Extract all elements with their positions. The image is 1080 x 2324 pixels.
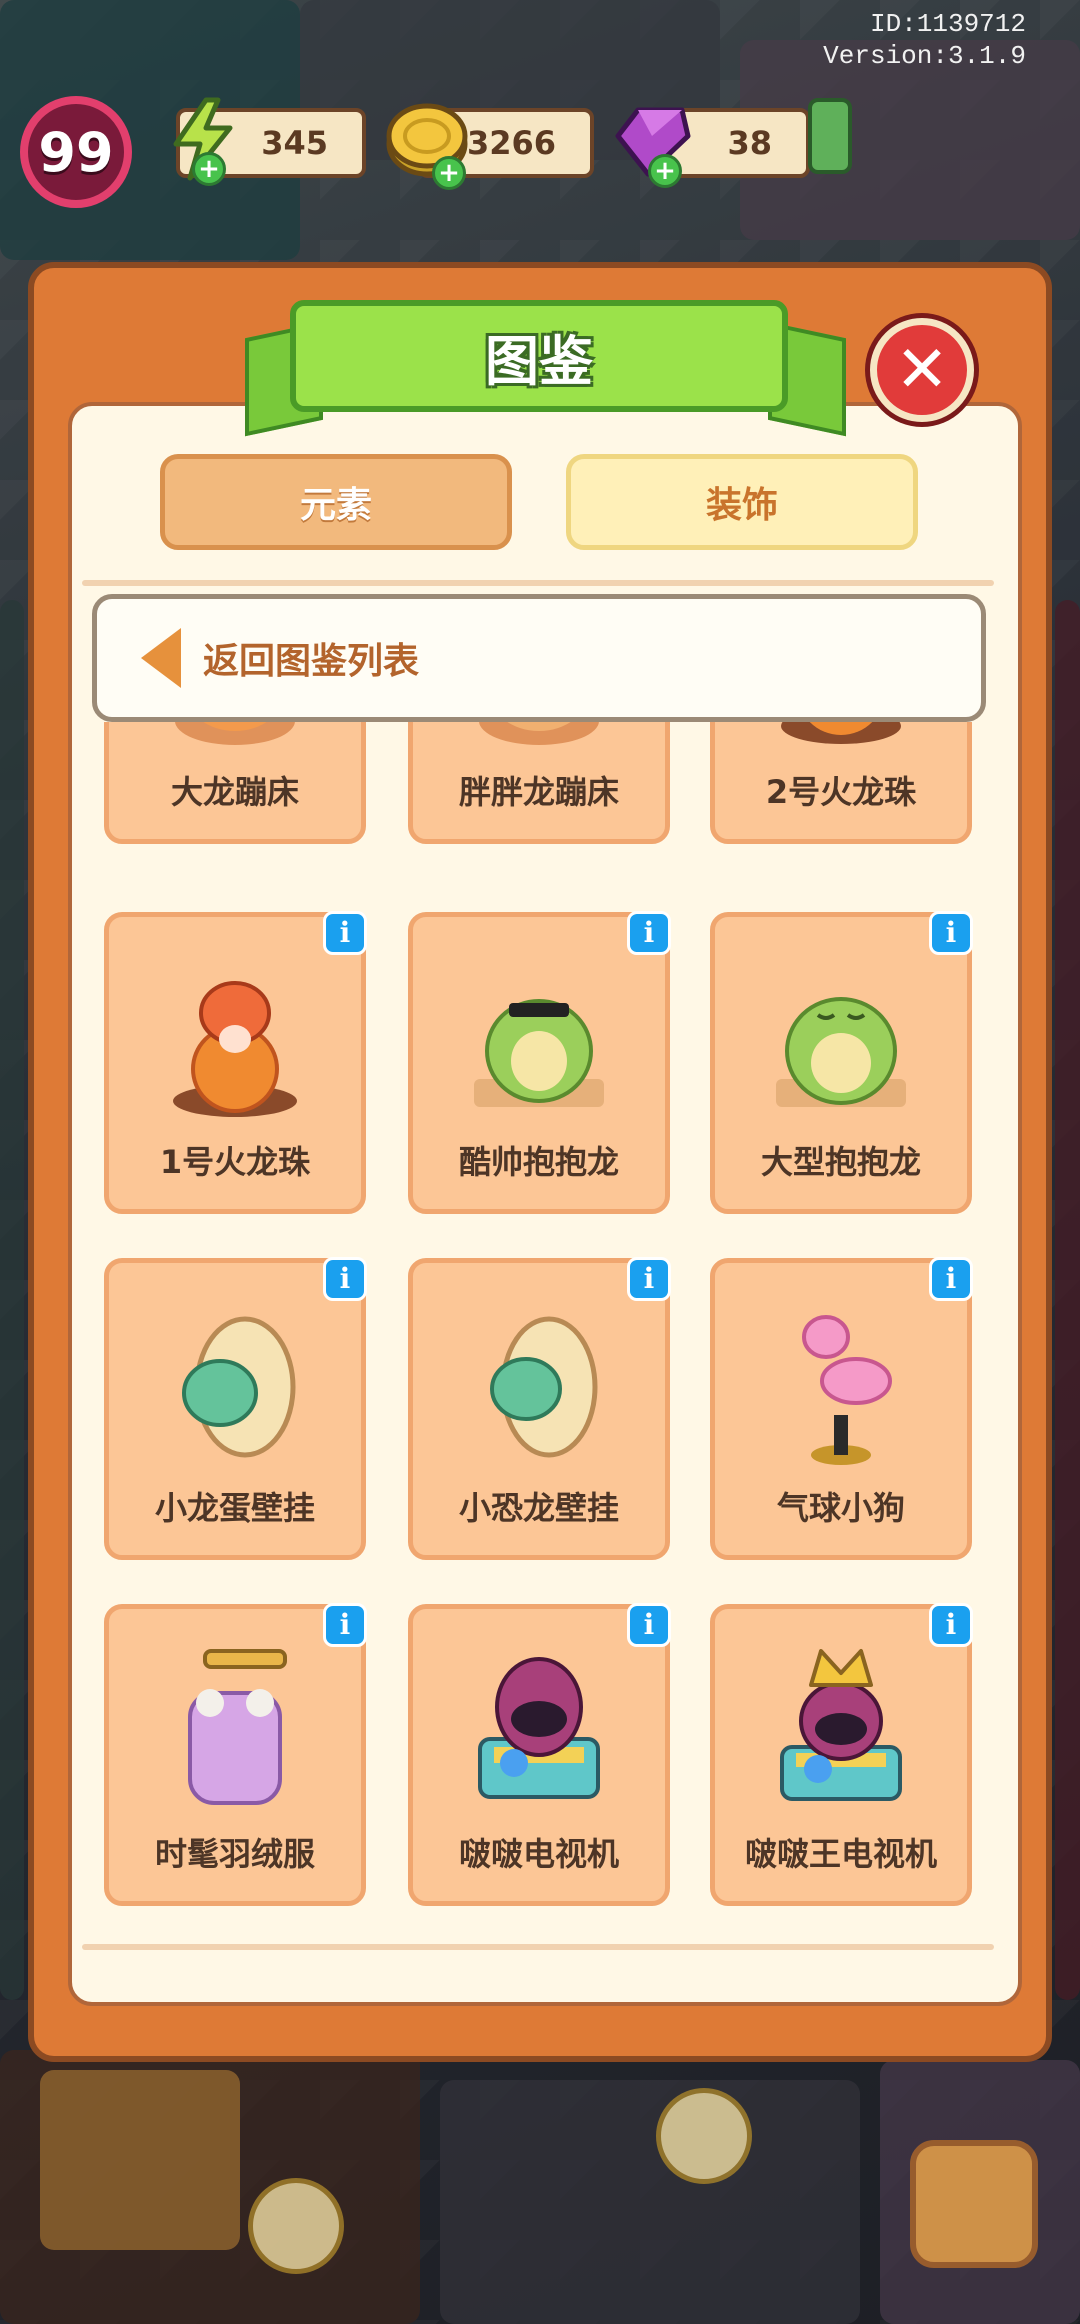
item-card[interactable]: i 时髦羽绒服 (104, 1603, 367, 1906)
info-icon[interactable]: i (929, 911, 973, 955)
dragon-egg-wall-icon (182, 1316, 296, 1458)
build-info: ID:1139712 Version:3.1.9 (823, 8, 1026, 72)
tab-decorations[interactable]: 装饰 (566, 454, 918, 550)
item-name: 啵啵电视机 (458, 1835, 619, 1873)
item-card[interactable]: i 1号火龙珠 (104, 911, 367, 1214)
item-name: 小龙蛋壁挂 (154, 1489, 315, 1527)
bobo-tv-icon (478, 1657, 600, 1799)
grid-bottom-divider (82, 1944, 994, 1950)
item-name: 气球小狗 (776, 1489, 905, 1527)
item-card[interactable]: 2号火龙珠 (710, 722, 972, 844)
bobo-king-tv-icon (780, 1649, 902, 1801)
close-icon: ✕ (895, 333, 949, 407)
item-name: 大型抱抱龙 (760, 1143, 921, 1181)
add-gems-button[interactable]: + (648, 154, 682, 188)
item-name: 1号火龙珠 (159, 1143, 311, 1181)
info-icon[interactable]: i (323, 1257, 367, 1301)
balloon-dog-icon (802, 1315, 892, 1465)
item-card[interactable]: i 小龙蛋壁挂 (104, 1257, 367, 1560)
chat-button[interactable] (910, 2140, 1038, 2268)
hint-bubble-icon[interactable] (248, 2178, 344, 2274)
back-arrow-icon (141, 628, 181, 688)
hint-bubble-icon[interactable] (656, 2088, 752, 2184)
item-card[interactable]: i 大型抱抱龙 (710, 911, 973, 1214)
version-label: Version:3.1.9 (823, 41, 1026, 71)
item-card[interactable]: i 酷帅抱抱龙 (408, 911, 671, 1214)
fire-dragon-orb-icon (173, 981, 297, 1117)
tab-elements[interactable]: 元素 (160, 454, 512, 550)
item-card[interactable]: i 气球小狗 (710, 1257, 973, 1560)
info-icon[interactable]: i (929, 1257, 973, 1301)
energy-value: 345 (261, 124, 328, 162)
trampoline-dragon-icon (479, 722, 599, 745)
item-name: 胖胖龙蹦床 (458, 773, 619, 811)
item-name: 啵啵王电视机 (744, 1835, 937, 1873)
info-icon[interactable]: i (929, 1603, 973, 1647)
info-icon[interactable]: i (627, 911, 671, 955)
info-icon[interactable]: i (627, 1257, 671, 1301)
item-card[interactable]: 大龙蹦床 (104, 722, 366, 844)
trampoline-dragon-icon (175, 722, 295, 745)
item-card[interactable]: i 啵啵电视机 (408, 1603, 671, 1906)
big-hug-dragon-icon (776, 997, 906, 1107)
down-jacket-icon (188, 1649, 287, 1805)
item-name: 2号火龙珠 (765, 773, 917, 811)
level-badge[interactable]: 99 (20, 96, 132, 208)
item-name: 大龙蹦床 (170, 773, 299, 811)
item-name: 时髦羽绒服 (154, 1835, 315, 1873)
info-icon[interactable]: i (323, 911, 367, 955)
info-icon[interactable]: i (627, 1603, 671, 1647)
item-name: 酷帅抱抱龙 (458, 1143, 619, 1181)
cool-hug-dragon-icon (474, 999, 604, 1107)
add-energy-button[interactable]: + (192, 152, 226, 186)
tab-divider (82, 580, 994, 586)
item-card[interactable]: i 小恐龙壁挂 (408, 1257, 671, 1560)
add-coins-button[interactable]: + (432, 156, 466, 190)
item-card[interactable]: i 啵啵王电视机 (710, 1603, 973, 1906)
close-button[interactable]: ✕ (870, 318, 974, 422)
battery-icon (808, 98, 852, 174)
fire-dragon-orb-icon (781, 722, 901, 744)
item-card[interactable]: 胖胖龙蹦床 (408, 722, 670, 844)
info-icon[interactable]: i (323, 1603, 367, 1647)
collection-grid[interactable]: 大龙蹦床 胖胖龙蹦床 2号火龙珠 i 1号火龙珠 i 酷帅抱抱龙 i 大型抱抱龙… (82, 722, 994, 1944)
level-number: 99 (38, 120, 114, 184)
gem-value: 38 (727, 124, 772, 162)
player-id: ID:1139712 (869, 9, 1026, 39)
panel-title: 图鉴 (290, 300, 788, 412)
back-to-list-button[interactable]: 返回图鉴列表 (92, 594, 986, 722)
item-name: 小恐龙壁挂 (458, 1489, 619, 1527)
dinosaur-wall-icon (490, 1316, 598, 1458)
